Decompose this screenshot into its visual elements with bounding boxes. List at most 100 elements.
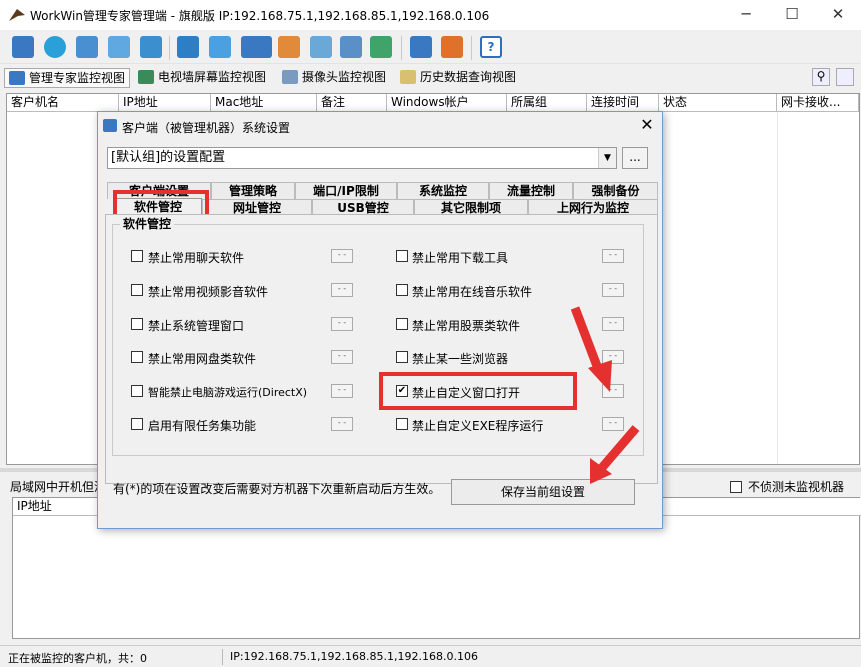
option-config-button[interactable]: - - [602, 317, 624, 331]
search-icon[interactable]: ⚲ [812, 68, 830, 86]
option-config-button[interactable]: - - [331, 384, 353, 398]
dialog-app-icon [103, 119, 117, 132]
tab-system-monitor[interactable]: 系统监控 [397, 182, 489, 199]
column-header[interactable]: 所属组 [507, 94, 587, 112]
tab-camera[interactable]: 摄像头监控视图 [278, 68, 390, 88]
camera-icon [282, 70, 298, 84]
no-detect-label: 不侦测未监视机器 [748, 480, 845, 494]
network-scan-icon[interactable] [108, 36, 130, 58]
app-grid-icon[interactable] [177, 36, 199, 58]
group-config-select[interactable]: [默认组]的设置配置 [107, 147, 617, 169]
option-checkbox[interactable] [131, 250, 143, 262]
toolbar-separator [471, 36, 472, 60]
tab-traffic-control[interactable]: 流量控制 [489, 182, 573, 199]
list-view-icon[interactable] [836, 68, 854, 86]
option-config-button[interactable]: - - [602, 249, 624, 263]
lan-section-label: 局域网中开机但没 [10, 480, 107, 494]
tab-tv-wall[interactable]: 电视墙屏幕监控视图 [134, 68, 270, 88]
option-config-button[interactable]: - - [331, 283, 353, 297]
window-title: WorkWin管理专家管理端 - 旗舰版 IP:192.168.75.1,192… [30, 9, 490, 23]
tab-label: 管理专家监控视图 [29, 71, 126, 85]
group-browse-button[interactable]: ... [622, 147, 648, 169]
toolbar: ? [0, 30, 861, 64]
tab-label: 电视墙屏幕监控视图 [158, 70, 267, 84]
option-checkbox[interactable] [396, 351, 408, 363]
option-label: 禁止常用网盘类软件 [148, 352, 257, 366]
group-settings-icon[interactable] [76, 36, 98, 58]
remote-icon[interactable] [278, 36, 300, 58]
option-config-button[interactable]: - - [602, 350, 624, 364]
view-tab-bar: 管理专家监控视图 电视墙屏幕监控视图 摄像头监控视图 历史数据查询视图 ⚲ [0, 66, 861, 90]
history-icon [400, 70, 416, 84]
status-ip: IP:192.168.75.1,192.168.85.1,192.168.0.1… [230, 650, 479, 663]
search-files-icon[interactable] [310, 36, 332, 58]
option-checkbox[interactable] [131, 385, 143, 397]
option-label: 禁止自定义EXE程序运行 [412, 419, 544, 433]
option-config-button[interactable]: - - [331, 249, 353, 263]
tab-port-ip[interactable]: 端口/IP限制 [295, 182, 397, 199]
tab-label: 摄像头监控视图 [302, 70, 387, 84]
ip-icon[interactable] [410, 36, 432, 58]
minimize-button[interactable]: ─ [723, 0, 769, 30]
title-bar: WorkWin管理专家管理端 - 旗舰版 IP:192.168.75.1,192… [0, 0, 861, 30]
option-checkbox[interactable] [131, 351, 143, 363]
tab-management-policy[interactable]: 管理策略 [211, 182, 295, 199]
globe-icon[interactable] [44, 36, 66, 58]
close-button[interactable]: ✕ [815, 0, 861, 30]
tab-forced-backup[interactable]: 强制备份 [573, 182, 658, 199]
message-icon[interactable] [209, 36, 231, 58]
user-admin-icon[interactable] [140, 36, 162, 58]
option-checkbox[interactable] [131, 318, 143, 330]
toolbar-separator [169, 36, 170, 60]
column-header[interactable]: Windows帐户 [387, 94, 507, 112]
toolbar-separator [401, 36, 402, 60]
option-label: 禁止常用下载工具 [412, 251, 509, 265]
save-group-settings-button[interactable]: 保存当前组设置 [451, 479, 635, 505]
option-checkbox[interactable] [131, 418, 143, 430]
column-header[interactable]: 客户机名 [7, 94, 119, 112]
monitor-view-icon [9, 71, 25, 85]
status-client-count: 正在被监控的客户机，共：0 [8, 652, 147, 665]
alert-icon[interactable] [441, 36, 463, 58]
option-checkbox[interactable] [396, 250, 408, 262]
status-bar: 正在被监控的客户机，共：0 IP:192.168.75.1,192.168.85… [0, 645, 861, 667]
column-header[interactable]: 连接时间 [587, 94, 659, 112]
option-config-button[interactable]: - - [331, 417, 353, 431]
report-icon[interactable] [370, 36, 392, 58]
checkbox-box[interactable] [730, 481, 742, 493]
option-config-button[interactable]: - - [331, 317, 353, 331]
app-logo-icon [9, 9, 25, 21]
option-label: 禁止某一些浏览器 [412, 352, 509, 366]
option-config-button[interactable]: - - [602, 283, 624, 297]
system-settings-dialog: 客户端（被管理机器）系统设置 ✕ [默认组]的设置配置 ▼ ... 客户端设置 … [97, 111, 663, 529]
option-config-button[interactable]: - - [602, 384, 624, 398]
help-icon[interactable]: ? [480, 36, 502, 58]
column-header[interactable]: 状态 [659, 94, 777, 112]
dialog-close-button[interactable]: ✕ [634, 114, 660, 136]
screens-icon[interactable] [340, 36, 362, 58]
monitor-icon[interactable] [250, 36, 272, 58]
option-config-button[interactable]: - - [331, 350, 353, 364]
column-header[interactable]: 备注 [317, 94, 387, 112]
option-checkbox[interactable] [396, 418, 408, 430]
option-config-button[interactable]: - - [602, 417, 624, 431]
group-label: 软件管控 [120, 215, 175, 232]
option-label: 禁止常用在线音乐软件 [412, 285, 533, 299]
option-checkbox[interactable] [396, 318, 408, 330]
column-header[interactable]: IP地址 [119, 94, 211, 112]
client-icon[interactable] [12, 36, 34, 58]
tab-history[interactable]: 历史数据查询视图 [396, 68, 520, 88]
tv-wall-icon [138, 70, 154, 84]
tab-expert-monitor[interactable]: 管理专家监控视图 [4, 68, 131, 88]
column-header[interactable]: Mac地址 [211, 94, 317, 112]
option-checkbox[interactable] [131, 284, 143, 296]
column-header[interactable]: 网卡接收... [777, 94, 859, 112]
option-checkbox[interactable] [396, 284, 408, 296]
maximize-button[interactable]: ☐ [769, 0, 815, 30]
chevron-down-icon[interactable]: ▼ [598, 148, 616, 168]
no-detect-checkbox[interactable]: 不侦测未监视机器 [730, 478, 844, 495]
highlight-box [379, 372, 577, 410]
restart-note: 有(*)的项在设置改变后需要对方机器下次重新启动后方生效。 [113, 482, 441, 496]
option-label: 禁止系统管理窗口 [148, 319, 245, 333]
tab-label: 历史数据查询视图 [420, 70, 517, 84]
